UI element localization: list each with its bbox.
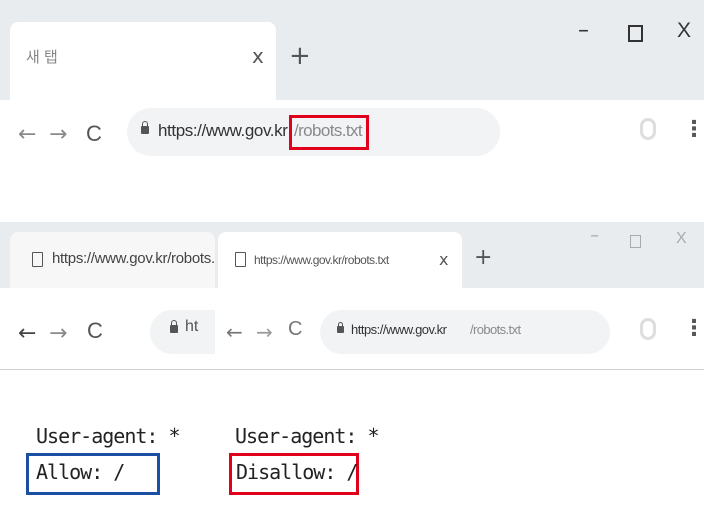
bottom-back-icon[interactable]: ←: [18, 321, 36, 346]
bottom-extension-icon[interactable]: [640, 318, 656, 340]
robots-user-agent-right: User-agent: *: [235, 424, 380, 448]
inset-reload-icon[interactable]: C: [288, 318, 302, 341]
page-icon: [32, 252, 43, 267]
bottom-tab-first-title: https://www.gov.kr/robots.txt: [52, 250, 215, 267]
top-tab-close-icon[interactable]: x: [252, 44, 264, 68]
inset-url-host: https://www.gov.kr: [351, 322, 447, 337]
top-tab-title: 새 탭: [26, 49, 58, 66]
bottom-lock-icon[interactable]: [170, 320, 178, 333]
top-forward-icon[interactable]: →: [49, 122, 67, 147]
bottom-tab-close-icon[interactable]: x: [439, 250, 448, 269]
bottom-maximize-button[interactable]: [630, 235, 641, 248]
top-lock-icon[interactable]: [141, 121, 149, 134]
bottom-url-truncated: ht: [185, 318, 199, 335]
bottom-new-tab-button[interactable]: +: [474, 245, 492, 270]
robots-disallow-rule: Disallow: /: [236, 460, 358, 484]
bottom-reload-icon[interactable]: C: [87, 318, 103, 344]
top-menu-icon[interactable]: ⋮: [683, 117, 704, 142]
inset-url-path: /robots.txt: [470, 322, 521, 337]
top-reload-icon[interactable]: C: [86, 121, 102, 147]
bottom-menu-icon[interactable]: ⋮: [683, 316, 704, 341]
bottom-close-window-button[interactable]: X: [676, 230, 687, 248]
top-back-icon[interactable]: ←: [18, 122, 36, 147]
inset-forward-icon[interactable]: →: [256, 320, 273, 344]
toolbar-divider: [0, 369, 704, 370]
top-close-window-button[interactable]: X: [677, 19, 691, 43]
page-icon: [235, 252, 246, 267]
top-url-host: https://www.gov.kr: [158, 121, 288, 140]
inset-lock-icon[interactable]: [337, 322, 344, 333]
top-minimize-button[interactable]: –: [578, 18, 589, 43]
top-extension-icon[interactable]: [640, 118, 656, 140]
top-new-tab-button[interactable]: +: [289, 41, 311, 71]
robots-user-agent-left: User-agent: *: [36, 424, 181, 448]
bottom-tab-second-title: https://www.gov.kr/robots.txt: [254, 253, 389, 267]
robots-allow-rule: Allow: /: [36, 460, 125, 484]
top-url-path: /robots.txt: [294, 121, 363, 140]
top-maximize-button[interactable]: [628, 25, 643, 42]
bottom-minimize-button[interactable]: –: [590, 225, 599, 246]
bottom-forward-icon[interactable]: →: [49, 321, 67, 346]
inset-back-icon[interactable]: ←: [226, 320, 243, 344]
